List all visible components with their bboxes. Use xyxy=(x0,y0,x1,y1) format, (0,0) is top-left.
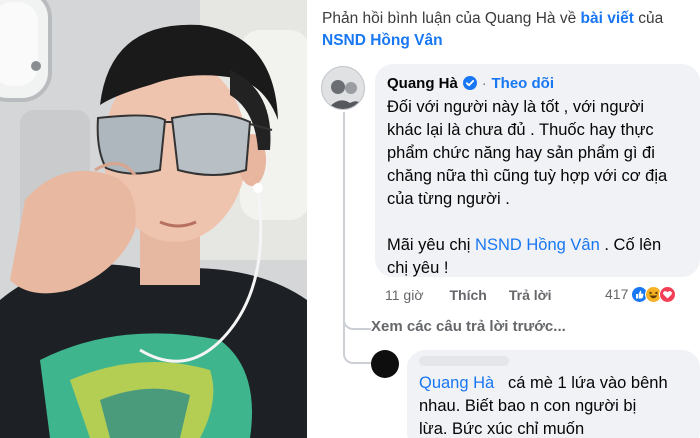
photo-illustration xyxy=(0,0,307,438)
comment-author[interactable]: Quang Hà xyxy=(387,75,458,92)
page-mention[interactable]: NSND Hồng Vân xyxy=(475,236,600,254)
redacted-author-name xyxy=(419,356,509,366)
reply-line: Quang Hà cá mè 1 lứa vào bênh xyxy=(419,372,694,395)
separator-dot: · xyxy=(481,75,487,91)
reply-line: nhau. Biết bao n con người bị xyxy=(419,397,637,415)
comment-line: chăng nữa thì cũng tuỳ hợp với cơ địa xyxy=(387,167,668,185)
comment-line: chị yêu ! xyxy=(387,259,449,277)
reaction-count: 417 xyxy=(605,286,629,302)
reply-line: lừa. Bức xúc chỉ muốn xyxy=(419,420,585,438)
reply-text: Quang Hà cá mè 1 lứa vào bênh nhau. Biết… xyxy=(419,372,694,438)
comment-bubble: Quang Hà · Theo dõi Đối với người này là… xyxy=(375,64,700,277)
love-icon xyxy=(659,285,677,303)
reply-bubble: Quang Hà cá mè 1 lứa vào bênh nhau. Biết… xyxy=(407,350,700,438)
comment-text: Đối với người này là tốt , với người khá… xyxy=(387,96,692,280)
thread-branch xyxy=(343,316,371,330)
reply-mention[interactable]: Quang Hà xyxy=(419,374,494,392)
post-photo xyxy=(0,0,307,438)
reply-line-text: cá mè 1 lứa vào bênh xyxy=(507,374,668,392)
verified-badge-icon xyxy=(462,76,477,90)
comment-timestamp[interactable]: 11 giờ xyxy=(385,287,424,303)
comment-actions: 11 giờ Thích Trả lời xyxy=(385,285,573,305)
page-name-link[interactable]: NSND Hồng Vân xyxy=(322,32,443,49)
view-previous-replies-link[interactable]: Xem các câu trả lời trước... xyxy=(371,318,566,335)
comment-closing-line: Mãi yêu chị NSND Hồng Vân . Cố lên xyxy=(387,234,692,257)
comment-panel: Phản hồi bình luận của Quang Hà về bài v… xyxy=(307,0,700,438)
reply-button[interactable]: Trả lời xyxy=(509,287,552,303)
avatar-image xyxy=(322,67,364,109)
comment-line: phẩm chức năng hay sản phẩm gì đi xyxy=(387,144,655,162)
post-link[interactable]: bài viết xyxy=(581,10,634,27)
follow-button[interactable]: Theo dõi xyxy=(492,75,555,92)
comment-author-row: Quang Hà · Theo dõi xyxy=(387,72,554,94)
closing-prefix: Mãi yêu chị xyxy=(387,236,471,254)
thread-branch xyxy=(343,346,371,364)
comment-line: khác lại là chưa đủ . Thuốc hay thực xyxy=(387,121,654,139)
reply-context-header: Phản hồi bình luận của Quang Hà về bài v… xyxy=(322,8,692,52)
comment-line: Đối với người này là tốt , với người xyxy=(387,98,645,116)
comment-line: của từng người . xyxy=(387,190,510,208)
header-of: của xyxy=(638,10,664,27)
reply-avatar[interactable] xyxy=(371,350,399,378)
header-prefix: Phản hồi bình luận của Quang Hà về xyxy=(322,10,577,27)
closing-suffix: . Cố lên xyxy=(604,236,662,254)
reaction-summary[interactable]: 417 xyxy=(605,283,677,305)
like-button[interactable]: Thích xyxy=(450,287,487,303)
avatar[interactable] xyxy=(321,66,365,110)
